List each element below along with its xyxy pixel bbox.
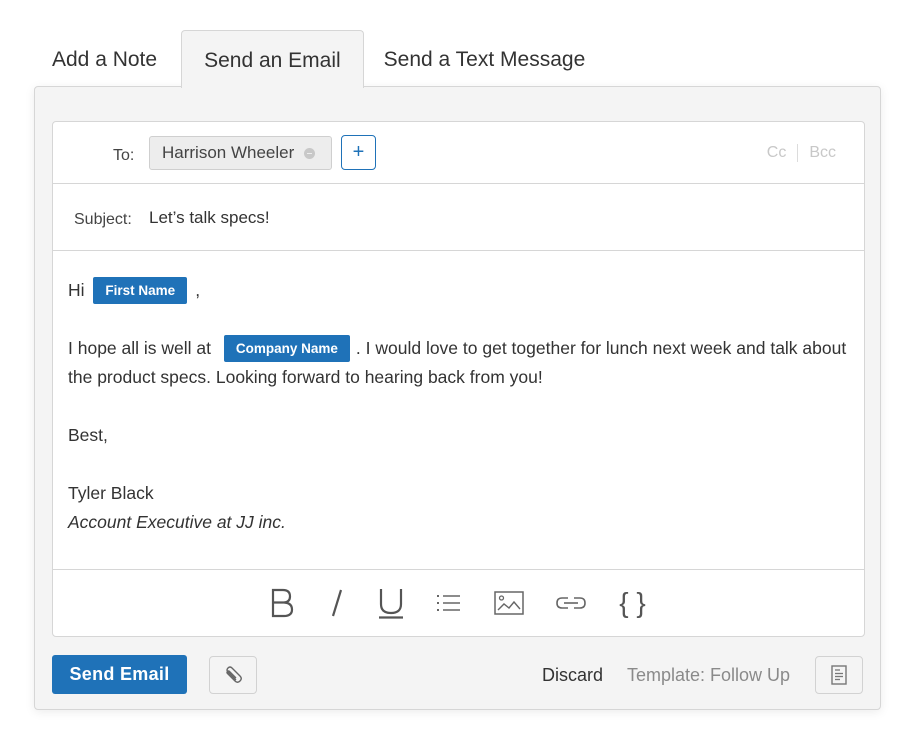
email-body-editor[interactable]: Hi First Name, I hope all is well at Com…	[53, 252, 864, 570]
paperclip-icon	[226, 666, 242, 683]
greeting-line: Hi First Name,	[68, 276, 849, 305]
link-button[interactable]	[555, 583, 586, 623]
image-button[interactable]	[493, 583, 524, 623]
bulleted-list-icon	[436, 595, 460, 611]
recipient-chip[interactable]: Harrison Wheeler	[149, 136, 332, 170]
curly-braces-icon: { }	[619, 587, 646, 618]
subject-row: Subject: Let’s talk specs!	[53, 184, 864, 251]
underline-button[interactable]	[378, 583, 404, 623]
cc-link[interactable]: Cc	[767, 144, 787, 162]
list-button[interactable]	[436, 583, 462, 623]
greeting-text: Hi	[68, 280, 85, 300]
underline-icon	[378, 589, 403, 619]
send-email-button[interactable]: Send Email	[52, 655, 187, 694]
image-icon	[493, 591, 524, 615]
greeting-comma: ,	[195, 280, 201, 300]
company-name-token[interactable]: Company Name	[223, 335, 350, 362]
closing-line: Best,	[68, 425, 108, 445]
signature-name: Tyler Black	[68, 483, 154, 503]
cc-bcc-links: Cc Bcc	[767, 144, 836, 162]
insert-variable-button[interactable]: { }	[618, 583, 648, 623]
subject-label: Subject:	[74, 211, 132, 228]
template-selector[interactable]: Template: Follow Up	[627, 665, 790, 686]
document-icon	[831, 665, 847, 685]
italic-icon	[331, 589, 342, 617]
discard-button[interactable]: Discard	[542, 665, 603, 686]
attach-file-button[interactable]	[209, 656, 257, 694]
bold-button[interactable]	[270, 583, 296, 623]
to-row: To: Harrison Wheeler + Cc Bcc	[53, 122, 864, 184]
formatting-toolbar: { }	[53, 569, 864, 636]
email-panel: To: Harrison Wheeler + Cc Bcc Subject: L…	[34, 86, 881, 710]
tab-bar: Add a Note Send an Email Send a Text Mes…	[34, 30, 604, 88]
template-button[interactable]	[815, 656, 863, 694]
bcc-link[interactable]: Bcc	[809, 144, 836, 162]
tab-send-email[interactable]: Send an Email	[181, 30, 364, 88]
recipient-name: Harrison Wheeler	[162, 143, 295, 162]
to-label: To:	[113, 147, 135, 164]
add-recipient-button[interactable]: +	[341, 135, 376, 170]
link-icon	[555, 597, 586, 609]
tab-add-note[interactable]: Add a Note	[34, 30, 181, 87]
body-paragraph: I hope all is well at Company Name. I wo…	[68, 334, 849, 392]
italic-button[interactable]	[330, 583, 344, 623]
signature-title: Account Executive at JJ inc.	[68, 512, 286, 532]
remove-recipient-icon[interactable]	[304, 147, 316, 159]
divider	[797, 144, 799, 162]
subject-input[interactable]: Let’s talk specs!	[149, 208, 270, 228]
tab-send-text[interactable]: Send a Text Message	[364, 30, 604, 87]
email-composer: To: Harrison Wheeler + Cc Bcc Subject: L…	[52, 121, 865, 637]
first-name-token[interactable]: First Name	[93, 277, 188, 304]
bold-icon	[271, 588, 293, 618]
paragraph-prefix: I hope all is well at	[68, 338, 211, 358]
